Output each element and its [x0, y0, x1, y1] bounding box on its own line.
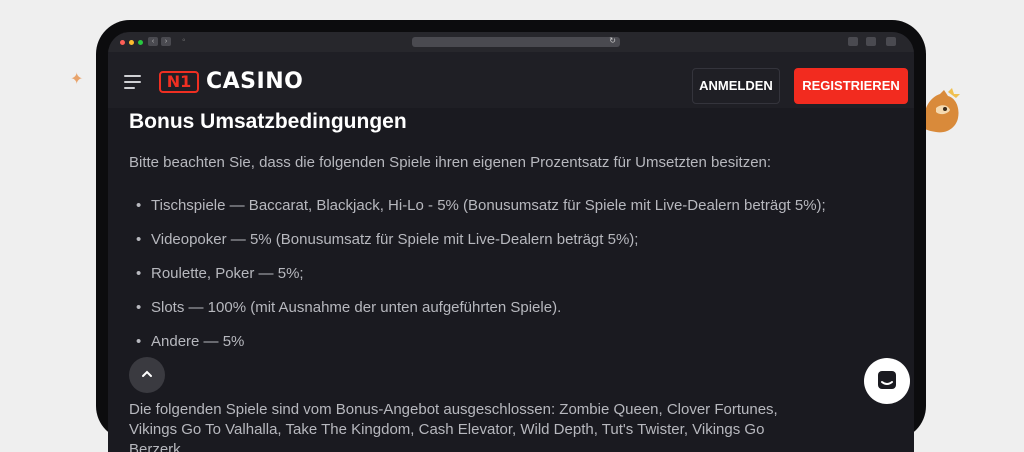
window-controls [120, 40, 143, 45]
share-icon[interactable] [848, 37, 858, 46]
maximize-dot-icon[interactable] [138, 40, 143, 45]
extensions-icon[interactable] [886, 37, 896, 46]
browser-toolbar: ‹ › ◦ ↻ [108, 32, 914, 52]
list-item: Videopoker — 5% (Bonusumsatz für Spiele … [129, 230, 826, 264]
site-header: N1 CASINO ANMELDEN REGISTRIEREN [108, 52, 914, 108]
login-button[interactable]: ANMELDEN [692, 68, 780, 104]
hamburger-menu-icon[interactable] [124, 75, 141, 93]
screen: ‹ › ◦ ↻ N1 CASINO ANMELDEN REGISTRIEREN … [108, 32, 914, 452]
logo-text[interactable]: CASINO [206, 69, 303, 94]
list-item: Slots — 100% (mit Ausnahme der unten auf… [129, 298, 826, 332]
sidebar-toggle-icon[interactable]: ◦ [182, 35, 186, 46]
wagering-list: Tischspiele — Baccarat, Blackjack, Hi-Lo… [129, 196, 826, 366]
tabs-icon[interactable] [866, 37, 876, 46]
minimize-dot-icon[interactable] [129, 40, 134, 45]
address-bar[interactable]: ↻ [412, 36, 620, 47]
page-title: Bonus Umsatzbedingungen [129, 110, 407, 133]
intro-text: Bitte beachten Sie, dass die folgenden S… [129, 154, 772, 171]
reload-icon[interactable]: ↻ [609, 36, 616, 45]
list-item: Andere — 5% [129, 332, 826, 366]
register-button[interactable]: REGISTRIEREN [794, 68, 908, 104]
chat-icon[interactable] [864, 358, 910, 404]
excluded-games-text: Die folgenden Spiele sind vom Bonus-Ange… [129, 401, 778, 452]
back-icon[interactable]: ‹ [148, 37, 158, 46]
list-item: Tischspiele — Baccarat, Blackjack, Hi-Lo… [129, 196, 826, 230]
list-item: Roulette, Poker — 5%; [129, 264, 826, 298]
logo-badge[interactable]: N1 [159, 71, 199, 93]
close-dot-icon[interactable] [120, 40, 125, 45]
chevron-up-icon[interactable] [129, 357, 165, 393]
sparkle-icon: ✦ [70, 71, 84, 88]
forward-icon[interactable]: › [161, 37, 171, 46]
tablet-frame: ‹ › ◦ ↻ N1 CASINO ANMELDEN REGISTRIEREN … [96, 20, 926, 452]
